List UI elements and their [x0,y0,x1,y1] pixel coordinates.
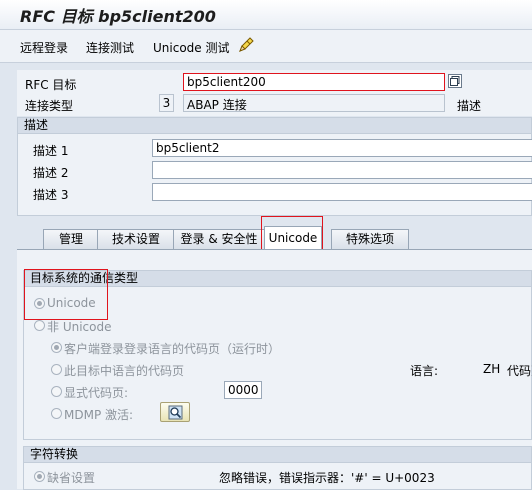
copy-icon[interactable] [448,74,462,88]
unicode-option-highlight [24,269,108,320]
mdmp-label: MDMP 激活: [64,408,134,422]
application-toolbar: 远程登录 连接测试 Unicode 测试 [0,30,532,63]
default-setting-radio[interactable] [34,471,45,482]
window-title: RFC 目标 bp5client200 [20,7,216,26]
tab-logon-security[interactable]: 登录 & 安全性 [173,229,265,250]
rfc-destination-label: RFC 目标 [25,78,77,92]
character-conversion-group: 字符转换 缺省设置 忽略错误，错误指示器：'#' = U+0023 [23,446,532,490]
mdmp-radio[interactable] [51,408,62,419]
tab-technical-settings[interactable]: 技术设置 [97,229,175,250]
connection-type-text: ABAP 连接 [183,94,445,112]
tab-administration[interactable]: 管理 [43,229,99,250]
codepage-label: 代码页 [507,364,532,378]
mdmp-details-button[interactable] [160,402,190,422]
unicode-tab-panel: 目标系统的通信类型 Unicode 非 Unicode 客户端登录登录语言的代码… [17,249,532,490]
default-setting-label: 缺省设置 [47,471,96,485]
description-1-field[interactable]: bp5client2 [152,139,532,157]
connection-type-label: 连接类型 [25,99,74,113]
explicit-codepage-radio[interactable] [51,386,62,397]
description-group-title: 描述 [18,118,531,134]
tab-special-options[interactable]: 特殊选项 [331,229,409,250]
target-lang-codepage-radio[interactable] [51,364,62,375]
default-setting-description: 忽略错误，错误指示器：'#' = U+0023 [219,471,435,485]
description-group: 描述 描述 1 bp5client2 描述 2 描述 3 [17,117,532,216]
client-codepage-radio[interactable] [51,342,62,353]
description-3-label: 描述 3 [33,188,69,202]
language-label: 语言: [410,364,439,378]
non-unicode-option-label: 非 Unicode [47,320,112,334]
non-unicode-radio[interactable] [34,320,45,331]
description-1-label: 描述 1 [33,144,69,158]
description-label-right: 描述 [457,99,482,113]
description-3-field[interactable] [152,183,532,201]
rfc-destination-field[interactable]: bp5client200 [183,73,445,91]
description-2-field[interactable] [152,161,532,179]
remote-login-button[interactable]: 远程登录 [20,39,68,56]
title-bar: RFC 目标 bp5client200 [0,0,532,30]
unicode-test-button[interactable]: Unicode 测试 [153,39,229,56]
target-lang-codepage-label: 此目标中语言的代码页 [64,364,185,378]
connection-type-code: 3 [159,94,174,112]
client-codepage-label: 客户端登录登录语言的代码页（运行时） [64,342,281,356]
connection-test-button[interactable]: 连接测试 [86,39,134,56]
change-display-pencil-icon[interactable] [237,36,255,54]
description-2-label: 描述 2 [33,166,69,180]
character-conversion-title: 字符转换 [24,447,531,463]
explicit-codepage-field[interactable]: 0000 [224,381,262,399]
language-value: ZH [483,362,501,376]
explicit-codepage-label: 显式代码页: [64,386,129,400]
magnifier-icon [168,405,183,420]
destination-header: RFC 目标 bp5client200 连接类型 3 ABAP 连接 描述 [17,70,532,116]
